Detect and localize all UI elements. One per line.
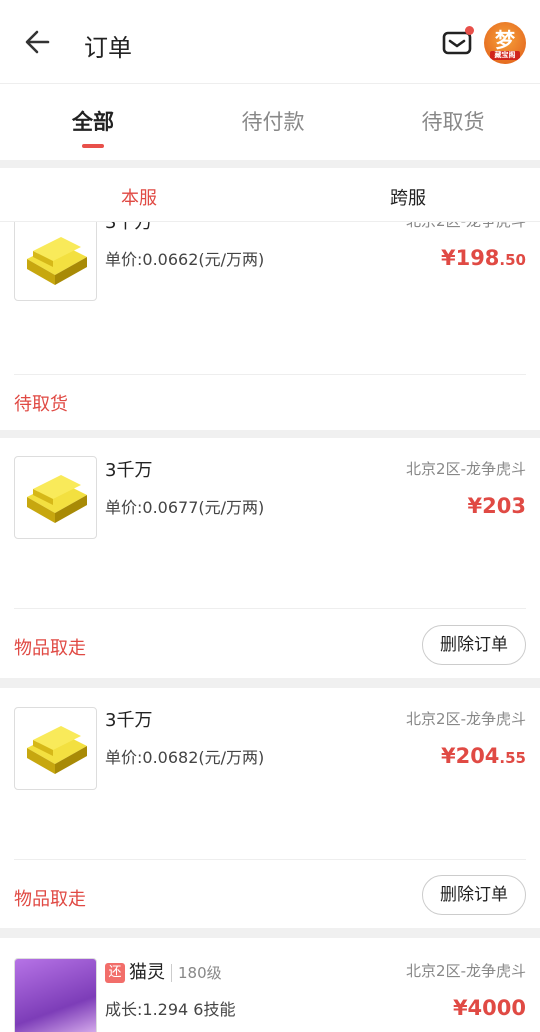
tab-pending-payment[interactable]: 待付款: [213, 106, 333, 136]
order-card[interactable]: 3千万 北京2区-龙争虎斗 单价:0.0682(元/万两) ¥204.55 物品…: [0, 688, 540, 928]
price-cents: .50: [499, 251, 526, 269]
divider: [14, 859, 526, 860]
delete-order-button[interactable]: 删除订单: [422, 625, 526, 665]
avatar[interactable]: 梦 藏宝阁: [484, 22, 526, 64]
server-name: 北京2区-龙争虎斗: [406, 460, 526, 478]
price-main: ¥198: [440, 246, 500, 270]
avatar-text: 梦: [495, 28, 515, 52]
order-card[interactable]: 还猫灵 180级 北京2区-龙争虎斗 成长:1.294 6技能 ¥4000: [0, 938, 540, 1032]
subtab-same-server[interactable]: 本服: [89, 184, 189, 210]
subtab-cross-server[interactable]: 跨服: [358, 184, 458, 210]
order-price: ¥198.50: [441, 246, 526, 270]
divider: [14, 374, 526, 375]
back-arrow-icon[interactable]: [22, 26, 54, 58]
page-title: 订单: [84, 34, 132, 62]
server-name: 北京2区-龙争虎斗: [406, 962, 526, 980]
server-tabs: 本服 跨服: [0, 168, 540, 222]
tab-pending-pickup[interactable]: 待取货: [393, 106, 513, 136]
tab-all[interactable]: 全部: [33, 106, 153, 136]
order-status: 待取货: [14, 394, 68, 415]
order-list: 3千万 北京2区-龙争虎斗 单价:0.0662(元/万两) ¥198.50 待取…: [0, 222, 540, 1032]
item-name: 3千万: [105, 222, 153, 233]
item-thumbnail: [14, 456, 97, 539]
header: 订单 梦 藏宝阁: [0, 0, 540, 84]
orders-screen: 订单 梦 藏宝阁 全部 待付款 待取货 本服 跨服 3千万 单价:0.0662(…: [0, 0, 540, 1032]
item-name: 3千万: [105, 710, 153, 731]
return-tag: 还: [105, 963, 125, 983]
order-price: ¥204.55: [441, 744, 526, 768]
avatar-badge: 藏宝阁: [490, 51, 520, 60]
server-name: 北京2区-龙争虎斗: [406, 710, 526, 728]
delete-order-button[interactable]: 删除订单: [422, 875, 526, 915]
order-status: 物品取走: [14, 638, 86, 659]
gold-ingot-icon: [27, 726, 87, 774]
item-thumbnail: [14, 222, 97, 301]
order-status: 物品取走: [14, 889, 86, 910]
item-thumbnail: [14, 707, 97, 790]
pet-name-row: 还猫灵 180级: [105, 958, 222, 984]
unit-price: 单价:0.0682(元/万两): [105, 748, 265, 767]
pet-detail: 成长:1.294 6技能: [105, 1000, 236, 1019]
price-main: ¥4000: [452, 996, 526, 1020]
pet-level: 180级: [171, 964, 222, 982]
price-main: ¥204: [440, 744, 500, 768]
order-price: ¥203: [468, 494, 526, 518]
pet-thumbnail: [14, 958, 97, 1032]
active-tab-indicator: [82, 144, 104, 148]
server-name: 北京2区-龙争虎斗: [406, 222, 526, 231]
gold-ingot-icon: [27, 475, 87, 523]
price-cents: .55: [499, 749, 526, 767]
gold-ingot-icon: [27, 237, 87, 285]
notification-dot: [465, 26, 474, 35]
price-main: ¥203: [467, 494, 526, 518]
pet-name: 猫灵: [129, 962, 165, 983]
divider: [14, 608, 526, 609]
order-price: ¥4000: [453, 996, 526, 1020]
item-name: 3千万: [105, 460, 153, 481]
unit-price: 单价:0.0662(元/万两): [105, 250, 265, 269]
order-card[interactable]: 3千万 北京2区-龙争虎斗 单价:0.0662(元/万两) ¥198.50 待取…: [0, 222, 540, 430]
order-card[interactable]: 3千万 北京2区-龙争虎斗 单价:0.0677(元/万两) ¥203 物品取走 …: [0, 438, 540, 678]
order-tabs: 全部 待付款 待取货: [0, 84, 540, 160]
unit-price: 单价:0.0677(元/万两): [105, 498, 265, 517]
